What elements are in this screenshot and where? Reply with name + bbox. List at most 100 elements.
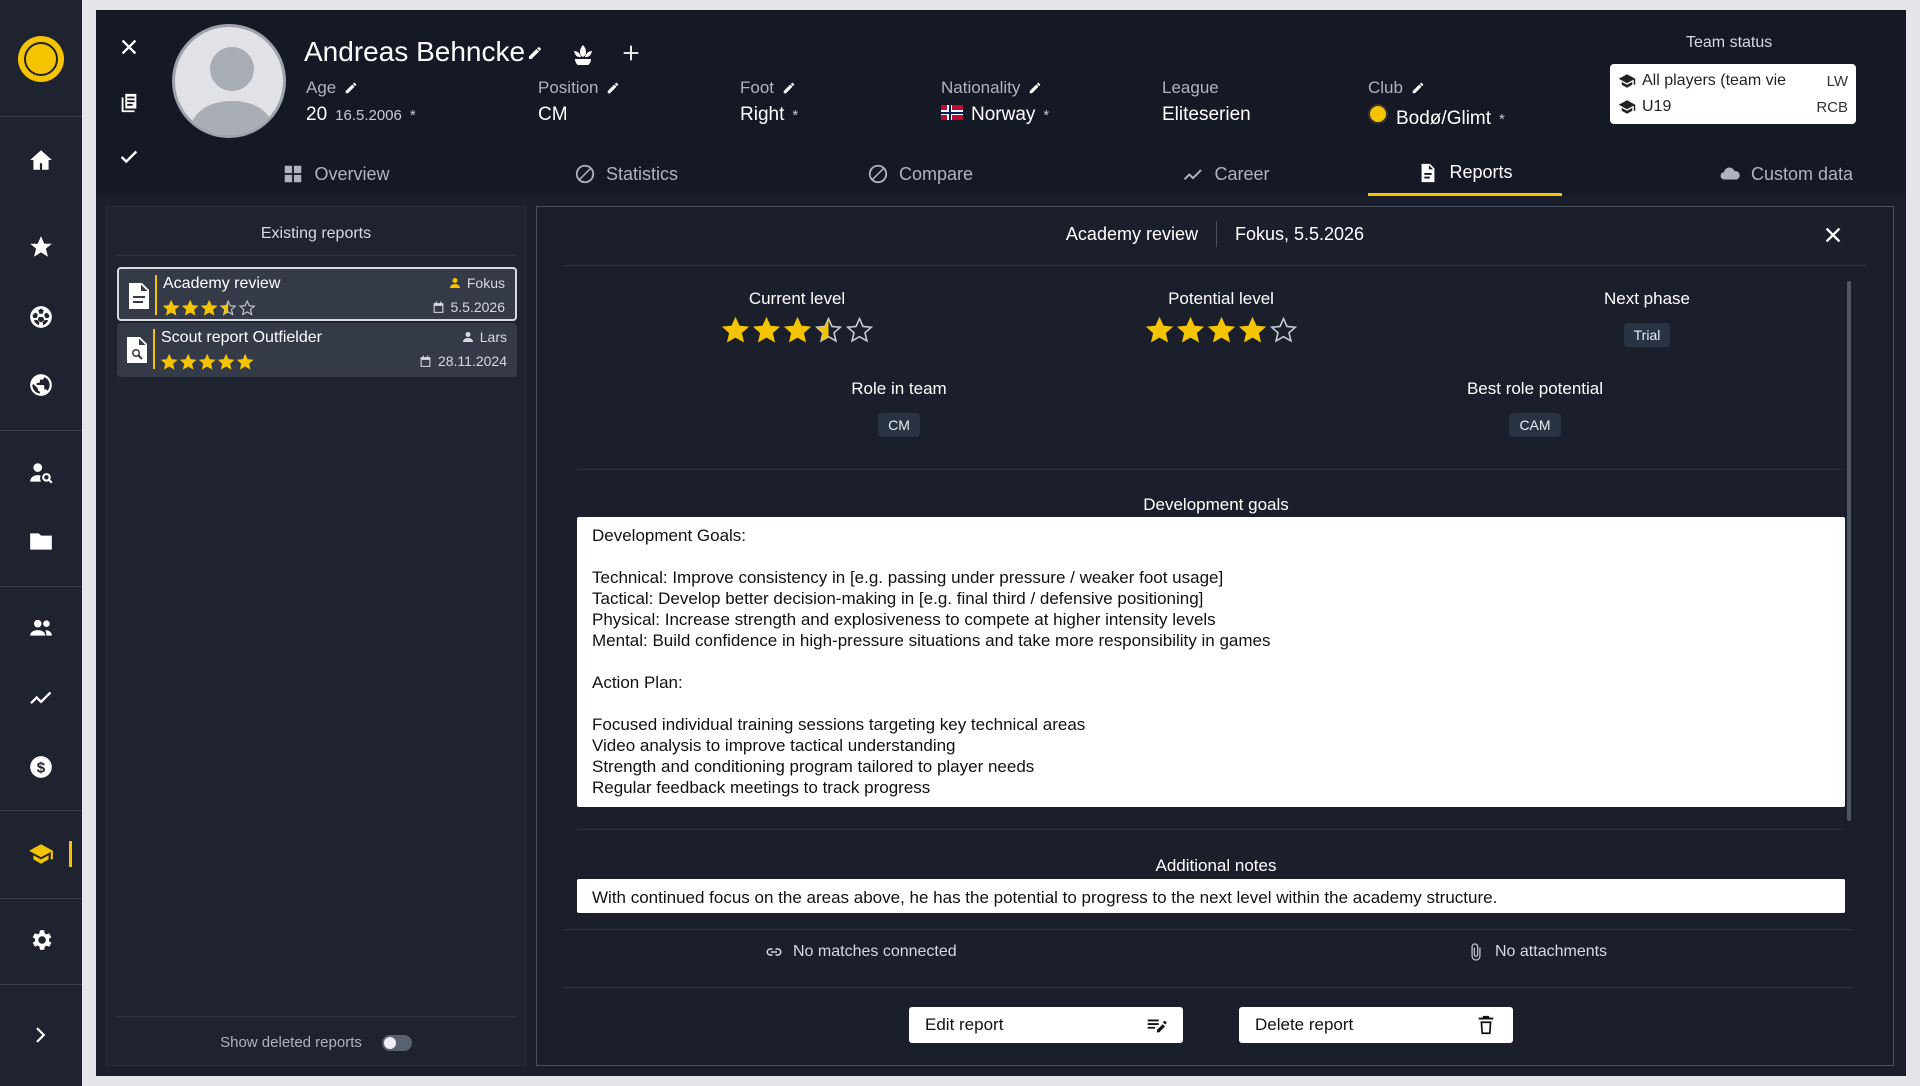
club-field: Club Bodø/Glimt * xyxy=(1368,78,1505,130)
add-plus-icon[interactable] xyxy=(618,40,644,66)
nationality-label: Nationality xyxy=(941,78,1021,97)
edit-pencil-icon[interactable] xyxy=(1411,81,1425,95)
best-role-label: Best role potential xyxy=(1466,379,1604,398)
settings-gear-icon[interactable] xyxy=(0,915,82,965)
derived-marker: * xyxy=(792,107,799,124)
report-header: Academy review Fokus, 5.5.2026 xyxy=(537,221,1893,247)
development-goals-text: Development Goals: Technical: Improve co… xyxy=(577,517,1845,807)
scrollbar-thumb[interactable] xyxy=(1847,281,1851,821)
team-status-row[interactable]: All players (team vie LW xyxy=(1618,68,1848,94)
nav-divider xyxy=(0,810,82,811)
edit-report-button[interactable]: Edit report xyxy=(909,1007,1183,1043)
report-author-name: Lars xyxy=(479,329,507,345)
tab-label: Compare xyxy=(898,163,974,184)
folder-icon[interactable] xyxy=(0,516,82,566)
divider xyxy=(563,929,1853,930)
trend-icon[interactable] xyxy=(0,672,82,722)
league-field: League Eliteserien xyxy=(1162,78,1251,126)
edit-pencil-icon[interactable] xyxy=(606,81,620,95)
tab-compare[interactable]: Compare xyxy=(820,152,1020,196)
attachments[interactable]: No attachments xyxy=(1467,943,1607,961)
document-icon xyxy=(127,282,151,310)
role-label: Role in team xyxy=(851,379,947,398)
team-position: LW xyxy=(1826,72,1848,90)
norway-flag-icon xyxy=(941,105,963,120)
person-icon xyxy=(449,278,460,288)
close-icon[interactable] xyxy=(114,32,144,62)
birthdate-value: 16.5.2006 xyxy=(335,107,402,124)
calendar-icon xyxy=(420,355,431,367)
lotus-icon[interactable] xyxy=(570,40,596,66)
report-title: Academy review xyxy=(163,275,281,292)
additional-notes-text: With continued focus on the areas above,… xyxy=(577,879,1845,913)
edit-pencil-icon[interactable] xyxy=(782,81,796,95)
player-avatar xyxy=(172,24,286,138)
dollar-icon[interactable]: $ xyxy=(0,742,82,792)
existing-reports-panel: Existing reports Academy review Fokus 5.… xyxy=(106,206,526,1066)
home-icon[interactable] xyxy=(0,135,82,185)
matches-connected[interactable]: No matches connected xyxy=(765,943,957,961)
football-icon[interactable] xyxy=(0,292,82,342)
delete-report-label: Delete report xyxy=(1255,1015,1354,1034)
report-accent-bar xyxy=(153,329,155,369)
star-icon xyxy=(1207,317,1235,343)
nav-divider xyxy=(0,430,82,431)
report-list-item[interactable]: Academy review Fokus 5.5.2026 xyxy=(117,267,517,321)
tab-label: Career xyxy=(1214,163,1270,184)
club-logo[interactable] xyxy=(18,36,64,82)
report-date-value: 28.11.2024 xyxy=(437,353,507,369)
report-type: Academy review xyxy=(1065,223,1198,244)
club-badge-icon xyxy=(1368,104,1388,124)
potential-level-stars xyxy=(1111,317,1331,344)
report-detail-panel: Academy review Fokus, 5.5.2026 Current l… xyxy=(536,206,1894,1066)
scout-search-icon[interactable] xyxy=(0,448,82,498)
tab-career[interactable]: Career xyxy=(1126,152,1326,196)
tab-label: Overview xyxy=(314,163,390,184)
club-label: Club xyxy=(1368,78,1403,97)
show-deleted-row: Show deleted reports xyxy=(107,1034,525,1051)
league-label: League xyxy=(1162,78,1219,97)
position-label: Position xyxy=(538,78,599,97)
star-icon[interactable] xyxy=(0,222,82,272)
attachments-label: No attachments xyxy=(1495,943,1608,960)
star-icon xyxy=(236,353,254,370)
tab-reports[interactable]: Reports xyxy=(1368,152,1562,196)
close-report-icon[interactable] xyxy=(1819,221,1847,249)
edit-pencil-icon[interactable] xyxy=(1028,81,1042,95)
delete-report-button[interactable]: Delete report xyxy=(1239,1007,1513,1043)
show-deleted-toggle[interactable] xyxy=(381,1034,412,1051)
star-icon xyxy=(217,353,235,370)
club-value: Bodø/Glimt xyxy=(1396,108,1492,129)
position-value: CM xyxy=(538,104,568,125)
divider xyxy=(577,829,1841,830)
slash-circle-icon xyxy=(868,164,888,184)
tab-overview[interactable]: Overview xyxy=(236,152,436,196)
show-deleted-label: Show deleted reports xyxy=(220,1034,362,1051)
left-navigation: $ xyxy=(0,0,82,1086)
edit-name-pencil-icon[interactable] xyxy=(522,40,548,66)
chevron-right-icon[interactable] xyxy=(0,1010,82,1060)
team-icon[interactable] xyxy=(0,603,82,653)
tab-custom-data[interactable]: Custom data xyxy=(1686,152,1886,196)
club-logo-inner xyxy=(24,42,58,76)
globe-icon[interactable] xyxy=(0,360,82,410)
report-author: Lars xyxy=(462,329,507,345)
edit-pencil-icon[interactable] xyxy=(344,81,358,95)
graduation-cap-icon xyxy=(1618,100,1636,114)
star-icon xyxy=(1176,317,1204,343)
name-tools xyxy=(522,40,644,66)
best-role-chip: CAM xyxy=(1509,413,1561,437)
current-level-stars xyxy=(687,317,907,344)
age-label: Age xyxy=(306,78,337,97)
list-icon[interactable] xyxy=(114,88,144,118)
team-status-box: All players (team vie LW U19 RCB xyxy=(1610,64,1856,124)
academy-icon[interactable] xyxy=(0,829,82,879)
report-list-item[interactable]: Scout report Outfielder Lars 28.11.2024 xyxy=(117,323,517,377)
edit-report-label: Edit report xyxy=(925,1015,1004,1034)
additional-notes-title: Additional notes xyxy=(1155,856,1277,875)
tab-statistics[interactable]: Statistics xyxy=(526,152,726,196)
graduation-cap-icon xyxy=(1618,74,1636,88)
derived-marker: * xyxy=(409,107,416,124)
scrollbar[interactable] xyxy=(1847,281,1851,821)
team-status-row[interactable]: U19 RCB xyxy=(1618,94,1848,120)
